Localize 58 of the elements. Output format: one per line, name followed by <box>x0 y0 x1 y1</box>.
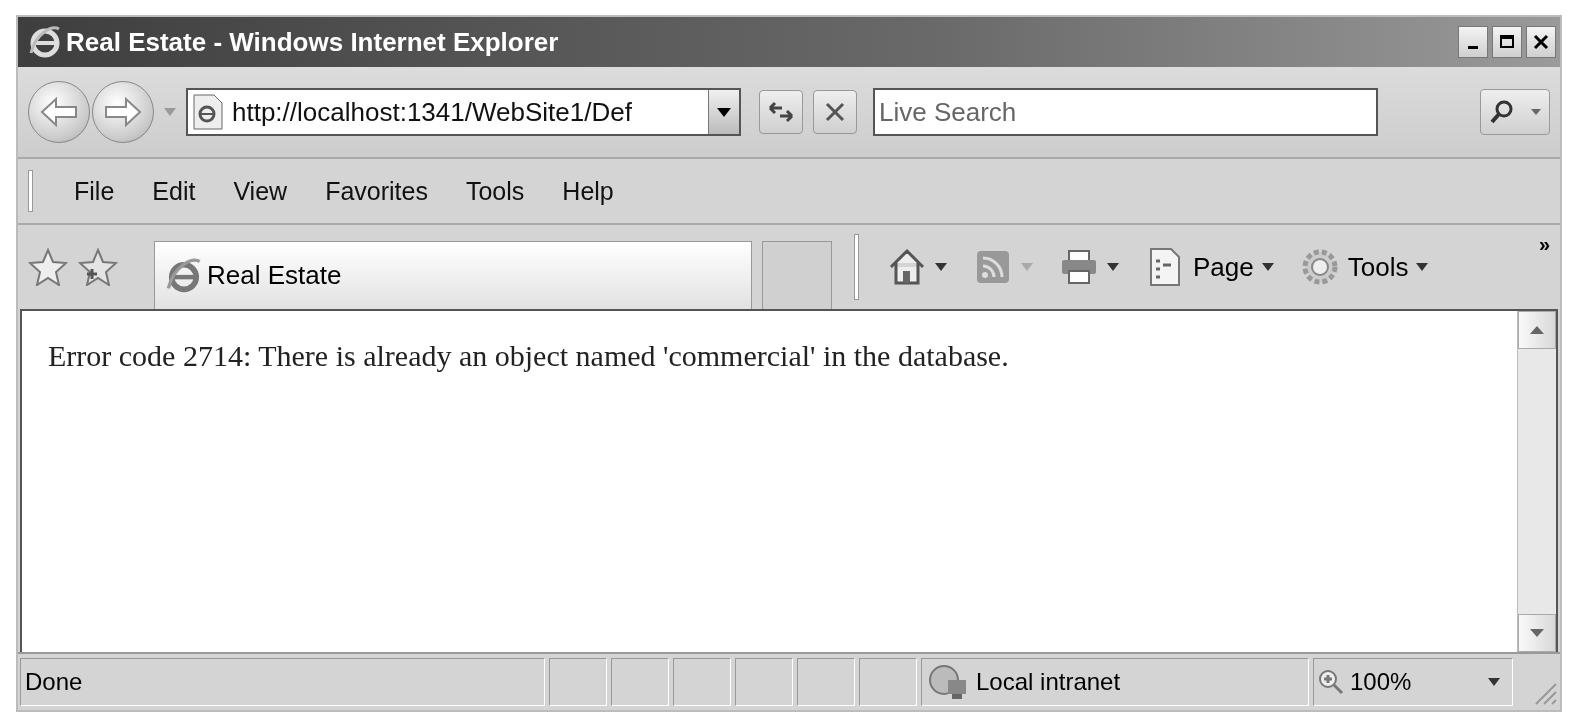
toolbar-overflow-button[interactable]: » <box>1538 233 1550 256</box>
dropdown-arrow-icon[interactable] <box>1107 263 1119 271</box>
scroll-up-button[interactable] <box>1518 311 1556 349</box>
maximize-button[interactable] <box>1492 26 1522 58</box>
back-arrow-icon <box>40 97 78 127</box>
status-pane <box>735 658 793 706</box>
dropdown-arrow-icon[interactable] <box>1531 109 1541 115</box>
maximize-icon <box>1499 34 1515 50</box>
error-message: Error code 2714: There is already an object named 'commercial' in the database. <box>47 338 1010 374</box>
star-icon[interactable] <box>28 248 68 286</box>
dropdown-arrow-icon <box>717 107 731 117</box>
browser-logo-icon <box>28 25 62 59</box>
minimize-icon <box>1468 45 1478 49</box>
search-button[interactable] <box>1480 89 1550 135</box>
menu-item[interactable]: Edit <box>133 172 215 210</box>
browser-tab[interactable]: Real Estate <box>154 241 752 309</box>
tools-menu-button[interactable]: Tools <box>1299 247 1429 287</box>
status-pane <box>859 658 917 706</box>
status-text: Done <box>20 658 545 706</box>
dropdown-arrow-icon <box>1488 678 1500 686</box>
dropdown-arrow-icon[interactable] <box>1261 263 1274 271</box>
zoom-button[interactable]: 100% <box>1313 658 1513 706</box>
page-menu-button[interactable]: Page <box>1145 247 1274 287</box>
window-title: Real Estate - Windows Internet Explorer <box>66 26 560 58</box>
menu-item[interactable]: Tools <box>446 172 544 210</box>
dropdown-arrow-icon[interactable] <box>935 263 947 271</box>
stop-button[interactable] <box>813 90 857 134</box>
status-pane <box>797 658 855 706</box>
close-button[interactable] <box>1526 26 1556 58</box>
menu-item[interactable]: File <box>55 172 134 210</box>
address-field[interactable]: http://localhost:1341/WebSite1/Def <box>186 88 741 136</box>
menu-item[interactable]: Favorites <box>306 172 447 210</box>
status-pane <box>611 658 669 706</box>
menu-item[interactable]: View <box>214 172 307 210</box>
add-favorite-icon[interactable] <box>78 248 118 286</box>
down-arrow-icon <box>1530 629 1544 637</box>
search-icon <box>1489 99 1515 125</box>
close-icon <box>1533 34 1549 50</box>
minimize-button[interactable] <box>1458 26 1488 58</box>
scrollbar[interactable] <box>1517 311 1556 652</box>
printer-icon[interactable] <box>1059 247 1099 287</box>
search-field[interactable]: Live Search <box>873 88 1378 136</box>
home-icon[interactable] <box>887 247 927 287</box>
browser-logo-icon <box>165 256 203 295</box>
page-icon <box>192 94 224 130</box>
dropdown-arrow-icon[interactable] <box>1416 263 1429 271</box>
security-zone: Local intranet <box>921 658 1309 706</box>
scroll-down-button[interactable] <box>1518 614 1556 652</box>
stop-icon <box>824 101 846 123</box>
address-dropdown-button[interactable] <box>708 90 739 134</box>
status-pane <box>673 658 731 706</box>
zoom-icon <box>1318 669 1344 695</box>
status-pane <box>549 658 607 706</box>
refresh-icon <box>767 100 795 124</box>
up-arrow-icon <box>1530 326 1544 334</box>
menu-item[interactable]: Help <box>543 172 633 210</box>
forward-arrow-icon <box>104 97 142 127</box>
refresh-button[interactable] <box>759 90 803 134</box>
